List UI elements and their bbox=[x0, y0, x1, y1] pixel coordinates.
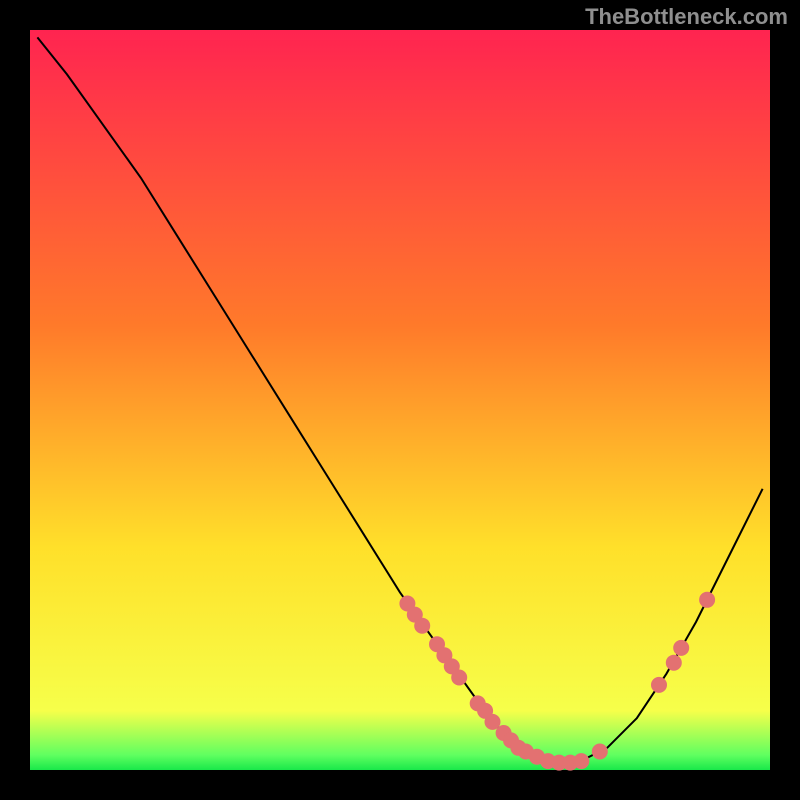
data-marker bbox=[592, 744, 608, 760]
data-marker bbox=[451, 670, 467, 686]
bottleneck-chart: TheBottleneck.com bbox=[0, 0, 800, 800]
data-marker bbox=[673, 640, 689, 656]
plot-background bbox=[30, 30, 770, 770]
data-marker bbox=[651, 677, 667, 693]
watermark-text: TheBottleneck.com bbox=[585, 4, 788, 30]
data-marker bbox=[573, 753, 589, 769]
chart-svg bbox=[0, 0, 800, 800]
data-marker bbox=[666, 655, 682, 671]
data-marker bbox=[699, 592, 715, 608]
data-marker bbox=[414, 618, 430, 634]
